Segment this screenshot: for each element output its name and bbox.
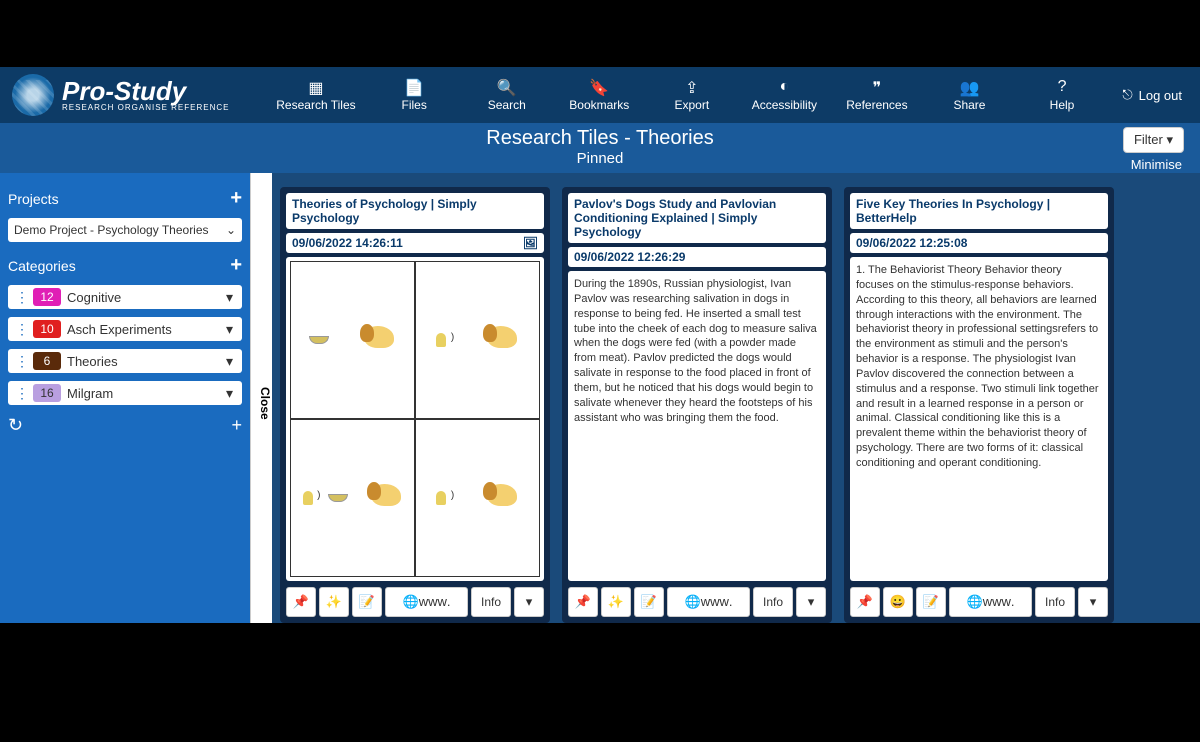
drag-handle-icon[interactable]: ⋮ xyxy=(11,353,33,370)
tile-title[interactable]: Pavlov's Dogs Study and Pavlovian Condit… xyxy=(568,193,826,243)
tile-actions: 📌 ✨ 📝 🌐ᴡᴡᴡ. Info ▾ xyxy=(568,587,826,617)
url-button[interactable]: 🌐ᴡᴡᴡ. xyxy=(667,587,750,617)
tile-title[interactable]: Five Key Theories In Psychology | Better… xyxy=(850,193,1108,229)
category-count: 12 xyxy=(33,288,61,306)
nav-bookmarks[interactable]: 🔖Bookmarks xyxy=(563,74,635,116)
tile-text-body: During the 1890s, Russian physiologist, … xyxy=(568,271,826,581)
category-label: Cognitive xyxy=(67,290,220,305)
help-icon: ? xyxy=(1028,78,1096,96)
bookmark-icon: 🔖 xyxy=(565,78,633,96)
info-button[interactable]: Info xyxy=(1035,587,1075,617)
add-button[interactable]: + xyxy=(231,415,242,436)
tile-date: 09/06/2022 12:25:08 xyxy=(850,233,1108,253)
export-icon: ⇪ xyxy=(658,78,726,96)
references-icon: ❞ xyxy=(843,78,911,96)
category-milgram[interactable]: ⋮ 16 Milgram ▾ xyxy=(8,381,242,405)
more-button[interactable]: ▾ xyxy=(796,587,826,617)
category-label: Asch Experiments xyxy=(67,322,220,337)
category-cognitive[interactable]: ⋮ 12 Cognitive ▾ xyxy=(8,285,242,309)
main-nav: ▦Research Tiles 📄Files 🔍Search 🔖Bookmark… xyxy=(264,74,1108,116)
tile-actions: 📌 ✨ 📝 🌐ᴡᴡᴡ. Info ▾ xyxy=(286,587,544,617)
search-icon: 🔍 xyxy=(473,78,541,96)
brand-title: Pro-Study xyxy=(62,78,229,104)
drag-handle-icon[interactable]: ⋮ xyxy=(11,321,33,338)
drag-handle-icon[interactable]: ⋮ xyxy=(11,289,33,306)
add-project-button[interactable]: + xyxy=(230,187,242,210)
page-title: Research Tiles - Theories xyxy=(10,127,1190,150)
tile-image-body xyxy=(286,257,544,581)
close-sidebar-button[interactable]: Close xyxy=(250,173,272,623)
category-menu-button[interactable]: ▾ xyxy=(220,321,239,338)
project-select[interactable]: Demo Project - Psychology Theories ⌄ xyxy=(8,218,242,242)
tile-date: 09/06/2022 12:26:29 xyxy=(568,247,826,267)
projects-label: Projects xyxy=(8,191,59,207)
tiles-icon: ▦ xyxy=(276,78,355,96)
notes-button[interactable]: 📝 xyxy=(916,587,946,617)
nav-search[interactable]: 🔍Search xyxy=(471,74,543,116)
nav-files[interactable]: 📄Files xyxy=(378,74,450,116)
nav-accessibility[interactable]: ◐Accessibility xyxy=(748,74,820,116)
tile-actions: 📌 😀 📝 🌐ᴡᴡᴡ. Info ▾ xyxy=(850,587,1108,617)
nav-research-tiles[interactable]: ▦Research Tiles xyxy=(274,74,357,116)
notes-button[interactable]: 📝 xyxy=(352,587,382,617)
categories-label: Categories xyxy=(8,258,76,274)
drag-handle-icon[interactable]: ⋮ xyxy=(11,385,33,402)
info-button[interactable]: Info xyxy=(753,587,793,617)
more-button[interactable]: ▾ xyxy=(514,587,544,617)
project-selected: Demo Project - Psychology Theories xyxy=(14,223,209,237)
logout-button[interactable]: ⎋ Log out xyxy=(1108,87,1196,103)
info-button[interactable]: Info xyxy=(471,587,511,617)
category-count: 6 xyxy=(33,352,61,370)
top-bar: Pro-Study RESEARCH ORGANISE REFERENCE ▦R… xyxy=(0,67,1200,123)
category-label: Milgram xyxy=(67,386,220,401)
more-button[interactable]: ▾ xyxy=(1078,587,1108,617)
app-root: Pro-Study RESEARCH ORGANISE REFERENCE ▦R… xyxy=(0,67,1200,623)
tile-title[interactable]: Theories of Psychology | Simply Psycholo… xyxy=(286,193,544,229)
notes-button[interactable]: 📝 xyxy=(634,587,664,617)
brand-logo: Pro-Study RESEARCH ORGANISE REFERENCE xyxy=(4,74,264,116)
category-asch[interactable]: ⋮ 10 Asch Experiments ▾ xyxy=(8,317,242,341)
category-theories[interactable]: ⋮ 6 Theories ▾ xyxy=(8,349,242,373)
category-menu-button[interactable]: ▾ xyxy=(220,385,239,402)
brand-subtitle: RESEARCH ORGANISE REFERENCE xyxy=(62,104,229,112)
nav-export[interactable]: ⇪Export xyxy=(656,74,728,116)
sub-header: Research Tiles - Theories Pinned Filter … xyxy=(0,123,1200,173)
category-menu-button[interactable]: ▾ xyxy=(220,353,239,370)
highlight-button[interactable]: ✨ xyxy=(601,587,631,617)
pinned-label: Pinned xyxy=(10,150,1190,167)
category-menu-button[interactable]: ▾ xyxy=(220,289,239,306)
nav-references[interactable]: ❞References xyxy=(841,74,913,116)
filter-button[interactable]: Filter ▾ xyxy=(1123,127,1184,153)
add-category-button[interactable]: + xyxy=(230,254,242,277)
share-icon: 👥 xyxy=(935,78,1003,96)
research-tile: Five Key Theories In Psychology | Better… xyxy=(844,187,1114,623)
research-tile: Pavlov's Dogs Study and Pavlovian Condit… xyxy=(562,187,832,623)
highlight-button[interactable]: ✨ xyxy=(319,587,349,617)
sidebar: Projects + Demo Project - Psychology The… xyxy=(0,173,250,623)
category-label: Theories xyxy=(67,354,220,369)
accessibility-icon: ◐ xyxy=(750,78,818,96)
minimise-button[interactable]: Minimise xyxy=(1131,157,1182,172)
nav-share[interactable]: 👥Share xyxy=(933,74,1005,116)
pin-button[interactable]: 📌 xyxy=(850,587,880,617)
chevron-down-icon: ⌄ xyxy=(226,223,236,237)
logout-icon: ⎋ xyxy=(1122,87,1132,103)
file-icon: 📄 xyxy=(380,78,448,96)
nav-help[interactable]: ?Help xyxy=(1026,74,1098,116)
main-body: Projects + Demo Project - Psychology The… xyxy=(0,173,1200,623)
tile-text-body: 1. The Behaviorist Theory Behavior theor… xyxy=(850,257,1108,581)
url-button[interactable]: 🌐ᴡᴡᴡ. xyxy=(385,587,468,617)
pin-button[interactable]: 📌 xyxy=(286,587,316,617)
refresh-button[interactable]: ↻ xyxy=(8,415,23,436)
tiles-container: Theories of Psychology | Simply Psycholo… xyxy=(272,173,1200,623)
pin-button[interactable]: 📌 xyxy=(568,587,598,617)
globe-icon xyxy=(12,74,54,116)
research-tile: Theories of Psychology | Simply Psycholo… xyxy=(280,187,550,623)
category-count: 16 xyxy=(33,384,61,402)
tile-date: 09/06/2022 14:26:11 🖼 xyxy=(286,233,544,253)
url-button[interactable]: 🌐ᴡᴡᴡ. xyxy=(949,587,1032,617)
emoji-button[interactable]: 😀 xyxy=(883,587,913,617)
image-type-icon: 🖼 xyxy=(523,236,538,250)
category-count: 10 xyxy=(33,320,61,338)
